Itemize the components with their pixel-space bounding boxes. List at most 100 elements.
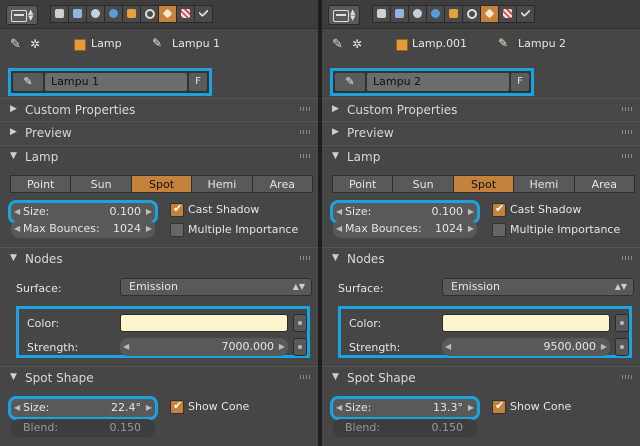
lamp-type-spot[interactable]: Spot [452, 175, 515, 193]
socket-icon[interactable] [615, 314, 629, 332]
drag-grip-icon[interactable] [622, 107, 634, 111]
color-swatch[interactable] [442, 314, 610, 332]
spot-size-field[interactable]: ◀ Size: 13.3° ▶ [330, 396, 480, 420]
decrement-arrow-icon[interactable]: ◀ [336, 220, 342, 238]
tab-lamp-data[interactable] [158, 5, 177, 23]
lamp-type-point[interactable]: Point [332, 175, 394, 193]
spot-size-field[interactable]: ◀ Size: 22.4° ▶ [8, 396, 158, 420]
increment-arrow-icon[interactable]: ▶ [468, 220, 474, 238]
increment-arrow-icon[interactable]: ▶ [146, 399, 152, 417]
tab-texture[interactable] [176, 5, 195, 23]
socket-icon[interactable] [293, 314, 307, 332]
pin-icon[interactable]: ✎ [332, 37, 343, 52]
increment-arrow-icon[interactable]: ▶ [279, 338, 285, 356]
lamp-type-area[interactable]: Area [573, 175, 636, 193]
max-bounces-field[interactable]: ◀ Max Bounces: 1024 ▶ [11, 220, 155, 238]
editor-type-button[interactable]: ▲ ▼ [6, 5, 38, 25]
fake-user-button[interactable]: F [511, 73, 529, 91]
tab-render[interactable] [372, 5, 391, 23]
lamp-type-point[interactable]: Point [10, 175, 72, 193]
socket-icon[interactable] [615, 338, 629, 356]
decrement-arrow-icon[interactable]: ◀ [445, 338, 451, 356]
tab-render-layers[interactable] [390, 5, 409, 23]
drag-grip-icon[interactable] [300, 107, 312, 111]
tab-texture[interactable] [498, 5, 517, 23]
tab-particles[interactable] [516, 5, 535, 23]
editor-type-button[interactable]: ▲ ▼ [328, 5, 360, 25]
lamp-browse-icon[interactable]: ✎ [335, 73, 365, 91]
datablock-name-field[interactable]: Lampu 1 [45, 73, 187, 91]
tab-scene[interactable] [408, 5, 427, 23]
lamp-type-sun[interactable]: Sun [392, 175, 454, 193]
section-nodes[interactable]: ▼ Nodes [0, 247, 318, 269]
tab-object[interactable] [444, 5, 463, 23]
drag-grip-icon[interactable] [622, 154, 634, 158]
tab-constraints[interactable] [462, 5, 481, 23]
drag-grip-icon[interactable] [300, 154, 312, 158]
tab-world[interactable] [426, 5, 445, 23]
pin-icon[interactable]: ✎ [10, 37, 21, 52]
tab-render-layers[interactable] [68, 5, 87, 23]
show-cone-checkbox[interactable]: ✔ [492, 399, 506, 414]
max-bounces-field[interactable]: ◀ Max Bounces: 1024 ▶ [333, 220, 477, 238]
decrement-arrow-icon[interactable]: ◀ [336, 203, 342, 221]
decrement-arrow-icon[interactable]: ◀ [14, 220, 20, 238]
blend-field[interactable]: Blend: 0.150 [11, 419, 155, 437]
drag-grip-icon[interactable] [300, 375, 312, 379]
tab-scene[interactable] [86, 5, 105, 23]
check-icon: ✔ [495, 399, 505, 412]
increment-arrow-icon[interactable]: ▶ [146, 220, 152, 238]
drag-grip-icon[interactable] [622, 256, 634, 260]
lamp-type-spot[interactable]: Spot [130, 175, 193, 193]
lamp-type-area[interactable]: Area [251, 175, 314, 193]
fake-user-button[interactable]: F [189, 73, 207, 91]
increment-arrow-icon[interactable]: ▶ [601, 338, 607, 356]
breadcrumb-object: Lamp.001 [412, 37, 468, 50]
cast-shadow-checkbox[interactable]: ✔ [170, 202, 184, 217]
decrement-arrow-icon[interactable]: ◀ [123, 338, 129, 356]
socket-icon[interactable] [293, 338, 307, 356]
field-label: Size: [23, 401, 50, 414]
multiple-importance-checkbox[interactable] [170, 223, 184, 237]
drag-grip-icon[interactable] [622, 130, 634, 134]
section-custom-properties[interactable]: ▶ Custom Properties [0, 98, 318, 120]
tab-particles[interactable] [194, 5, 213, 23]
blend-field[interactable]: Blend: 0.150 [333, 419, 477, 437]
tab-world[interactable] [104, 5, 123, 23]
show-cone-checkbox[interactable]: ✔ [170, 399, 184, 414]
section-preview[interactable]: ▶ Preview [322, 121, 640, 143]
increment-arrow-icon[interactable]: ▶ [468, 203, 474, 221]
section-lamp[interactable]: ▼ Lamp [0, 145, 318, 167]
section-custom-properties[interactable]: ▶ Custom Properties [322, 98, 640, 120]
lamp-type-hemi[interactable]: Hemi [191, 175, 253, 193]
tab-constraints[interactable] [140, 5, 159, 23]
strength-field[interactable]: ◀ 9500.000 ▶ [442, 338, 610, 356]
drag-grip-icon[interactable] [300, 130, 312, 134]
tab-lamp-data[interactable] [480, 5, 499, 23]
strength-field[interactable]: ◀ 7000.000 ▶ [120, 338, 288, 356]
decrement-arrow-icon[interactable]: ◀ [14, 399, 20, 417]
increment-arrow-icon[interactable]: ▶ [146, 203, 152, 221]
surface-dropdown[interactable]: Emission ▲▼ [120, 278, 312, 296]
section-nodes[interactable]: ▼ Nodes [322, 247, 640, 269]
increment-arrow-icon[interactable]: ▶ [468, 399, 474, 417]
section-spot-shape[interactable]: ▼ Spot Shape [0, 366, 318, 388]
lamp-type-sun[interactable]: Sun [70, 175, 132, 193]
decrement-arrow-icon[interactable]: ◀ [14, 203, 20, 221]
section-lamp[interactable]: ▼ Lamp [322, 145, 640, 167]
drag-grip-icon[interactable] [622, 375, 634, 379]
tab-object[interactable] [122, 5, 141, 23]
section-preview[interactable]: ▶ Preview [0, 121, 318, 143]
datablock-name-field[interactable]: Lampu 2 [367, 73, 509, 91]
color-swatch[interactable] [120, 314, 288, 332]
multiple-importance-checkbox[interactable] [492, 223, 506, 237]
lamp-type-hemi[interactable]: Hemi [513, 175, 575, 193]
lamp-browse-icon[interactable]: ✎ [13, 73, 43, 91]
check-icon: ✔ [173, 399, 183, 412]
section-spot-shape[interactable]: ▼ Spot Shape [322, 366, 640, 388]
surface-dropdown[interactable]: Emission ▲▼ [442, 278, 634, 296]
tab-render[interactable] [50, 5, 69, 23]
decrement-arrow-icon[interactable]: ◀ [336, 399, 342, 417]
cast-shadow-checkbox[interactable]: ✔ [492, 202, 506, 217]
drag-grip-icon[interactable] [300, 256, 312, 260]
